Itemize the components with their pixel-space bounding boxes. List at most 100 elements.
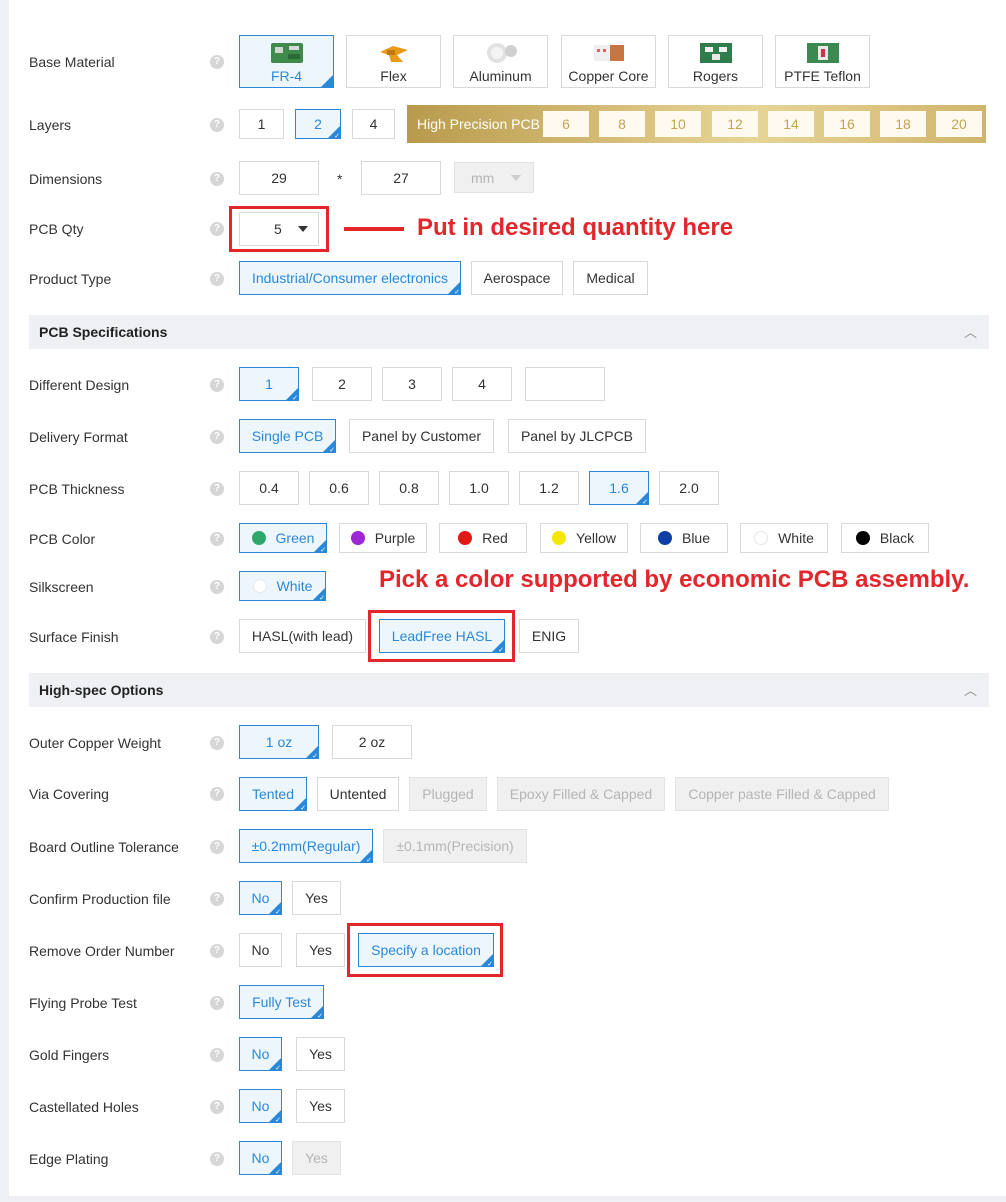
layers-option-12[interactable]: 12	[712, 111, 758, 137]
edge-plating-yes[interactable]: Yes	[292, 1141, 341, 1175]
copper-core-board-icon	[594, 45, 624, 61]
thickness-option[interactable]: 2.0	[659, 471, 719, 505]
help-icon[interactable]: ?	[210, 580, 224, 594]
pcb-specifications-section-header[interactable]: PCB Specifications ︿	[29, 315, 989, 349]
castellated-no[interactable]: No	[239, 1089, 282, 1124]
product-type-medical[interactable]: Medical	[573, 261, 648, 295]
help-icon[interactable]: ?	[210, 944, 224, 958]
material-ptfe-teflon-option[interactable]: PTFE Teflon	[775, 35, 870, 88]
delivery-panel-by-customer[interactable]: Panel by Customer	[349, 419, 494, 453]
via-tented[interactable]: Tented	[239, 777, 307, 812]
color-option-white[interactable]: White	[740, 523, 828, 553]
color-option-purple[interactable]: Purple	[339, 523, 427, 553]
castellated-yes[interactable]: Yes	[296, 1089, 345, 1123]
product-type-industrial[interactable]: Industrial/Consumer electronics	[239, 261, 461, 296]
help-icon[interactable]: ?	[210, 378, 224, 392]
help-icon[interactable]: ?	[210, 222, 224, 236]
material-copper-core-option[interactable]: Copper Core	[561, 35, 656, 88]
design-option-1[interactable]: 1	[239, 367, 299, 402]
confirm-file-yes[interactable]: Yes	[292, 881, 341, 915]
help-icon[interactable]: ?	[210, 787, 224, 801]
help-icon[interactable]: ?	[210, 892, 224, 906]
flying-probe-fully-test[interactable]: Fully Test	[239, 985, 324, 1020]
material-rogers-option[interactable]: Rogers	[668, 35, 763, 88]
copper-weight-2oz[interactable]: 2 oz	[332, 725, 412, 759]
color-option-blue[interactable]: Blue	[640, 523, 728, 553]
help-icon[interactable]: ?	[210, 1048, 224, 1062]
design-option-2[interactable]: 2	[312, 367, 372, 401]
layers-option-14[interactable]: 14	[768, 111, 814, 137]
material-flex-option[interactable]: Flex	[346, 35, 441, 88]
thickness-option[interactable]: 1.0	[449, 471, 509, 505]
remove-order-yes[interactable]: Yes	[296, 933, 345, 967]
width-input[interactable]: 29	[239, 161, 319, 195]
silkscreen-white[interactable]: White	[239, 571, 326, 602]
thickness-option[interactable]: 1.2	[519, 471, 579, 505]
color-option-yellow[interactable]: Yellow	[540, 523, 628, 553]
layers-option-2[interactable]: 2	[295, 109, 341, 140]
help-icon[interactable]: ?	[210, 532, 224, 546]
layers-option-1[interactable]: 1	[239, 109, 284, 139]
design-option-4[interactable]: 4	[452, 367, 512, 401]
height-input[interactable]: 27	[361, 161, 441, 195]
gold-fingers-yes[interactable]: Yes	[296, 1037, 345, 1071]
product-type-aerospace[interactable]: Aerospace	[471, 261, 563, 295]
help-icon[interactable]: ?	[210, 430, 224, 444]
layers-option-6[interactable]: 6	[543, 111, 589, 137]
thickness-option[interactable]: 0.8	[379, 471, 439, 505]
via-untented[interactable]: Untented	[317, 777, 399, 811]
high-spec-options-section-header[interactable]: High-spec Options ︿	[29, 673, 989, 707]
help-icon[interactable]: ?	[210, 272, 224, 286]
remove-order-no[interactable]: No	[239, 933, 282, 967]
finish-hasl-with-lead[interactable]: HASL(with lead)	[239, 619, 366, 653]
thickness-option[interactable]: 0.4	[239, 471, 299, 505]
help-icon[interactable]: ?	[210, 482, 224, 496]
label-surface-finish: Surface Finish	[29, 629, 119, 645]
unit-select[interactable]: mm	[454, 162, 534, 193]
design-option-3[interactable]: 3	[382, 367, 442, 401]
label-confirm-production-file: Confirm Production file	[29, 891, 171, 907]
via-plugged[interactable]: Plugged	[409, 777, 487, 811]
help-icon[interactable]: ?	[210, 996, 224, 1010]
gold-fingers-no[interactable]: No	[239, 1037, 282, 1072]
thickness-option-selected[interactable]: 1.6	[589, 471, 649, 506]
layers-option-10[interactable]: 10	[655, 111, 701, 137]
help-icon[interactable]: ?	[210, 1152, 224, 1166]
color-option-green[interactable]: Green	[239, 523, 327, 554]
help-icon[interactable]: ?	[210, 1100, 224, 1114]
color-option-red[interactable]: Red	[439, 523, 527, 553]
color-option-black[interactable]: Black	[841, 523, 929, 553]
layers-option-20[interactable]: 20	[936, 111, 982, 137]
material-aluminum-option[interactable]: Aluminum	[453, 35, 548, 88]
help-icon[interactable]: ?	[210, 118, 224, 132]
layers-option-18[interactable]: 18	[880, 111, 926, 137]
design-custom-input[interactable]	[525, 367, 605, 401]
chevron-up-icon[interactable]: ︿	[964, 322, 977, 341]
help-icon[interactable]: ?	[210, 736, 224, 750]
material-fr4-option[interactable]: FR-4	[239, 35, 334, 88]
tolerance-precision[interactable]: ±0.1mm(Precision)	[383, 829, 527, 863]
tolerance-regular[interactable]: ±0.2mm(Regular)	[239, 829, 373, 864]
via-epoxy-filled[interactable]: Epoxy Filled & Capped	[497, 777, 665, 811]
help-icon[interactable]: ?	[210, 55, 224, 69]
label-edge-plating: Edge Plating	[29, 1151, 109, 1167]
delivery-panel-by-jlcpcb[interactable]: Panel by JLCPCB	[508, 419, 646, 453]
layers-option-8[interactable]: 8	[599, 111, 645, 137]
help-icon[interactable]: ?	[210, 840, 224, 854]
label-remove-order-number: Remove Order Number	[29, 943, 175, 959]
layers-option-4[interactable]: 4	[352, 109, 395, 139]
layers-option-16[interactable]: 16	[824, 111, 870, 137]
via-copper-paste-filled[interactable]: Copper paste Filled & Capped	[675, 777, 889, 811]
label-pcb-color: PCB Color	[29, 531, 96, 547]
label-board-outline-tolerance: Board Outline Tolerance	[29, 839, 179, 855]
delivery-single-pcb[interactable]: Single PCB	[239, 419, 336, 454]
help-icon[interactable]: ?	[210, 172, 224, 186]
confirm-file-no[interactable]: No	[239, 881, 282, 916]
chevron-up-icon[interactable]: ︿	[964, 680, 977, 699]
thickness-option[interactable]: 0.6	[309, 471, 369, 505]
edge-plating-no[interactable]: No	[239, 1141, 282, 1176]
help-icon[interactable]: ?	[210, 630, 224, 644]
yellow-swatch-icon	[552, 531, 567, 545]
copper-weight-1oz[interactable]: 1 oz	[239, 725, 319, 760]
finish-enig[interactable]: ENIG	[519, 619, 579, 653]
